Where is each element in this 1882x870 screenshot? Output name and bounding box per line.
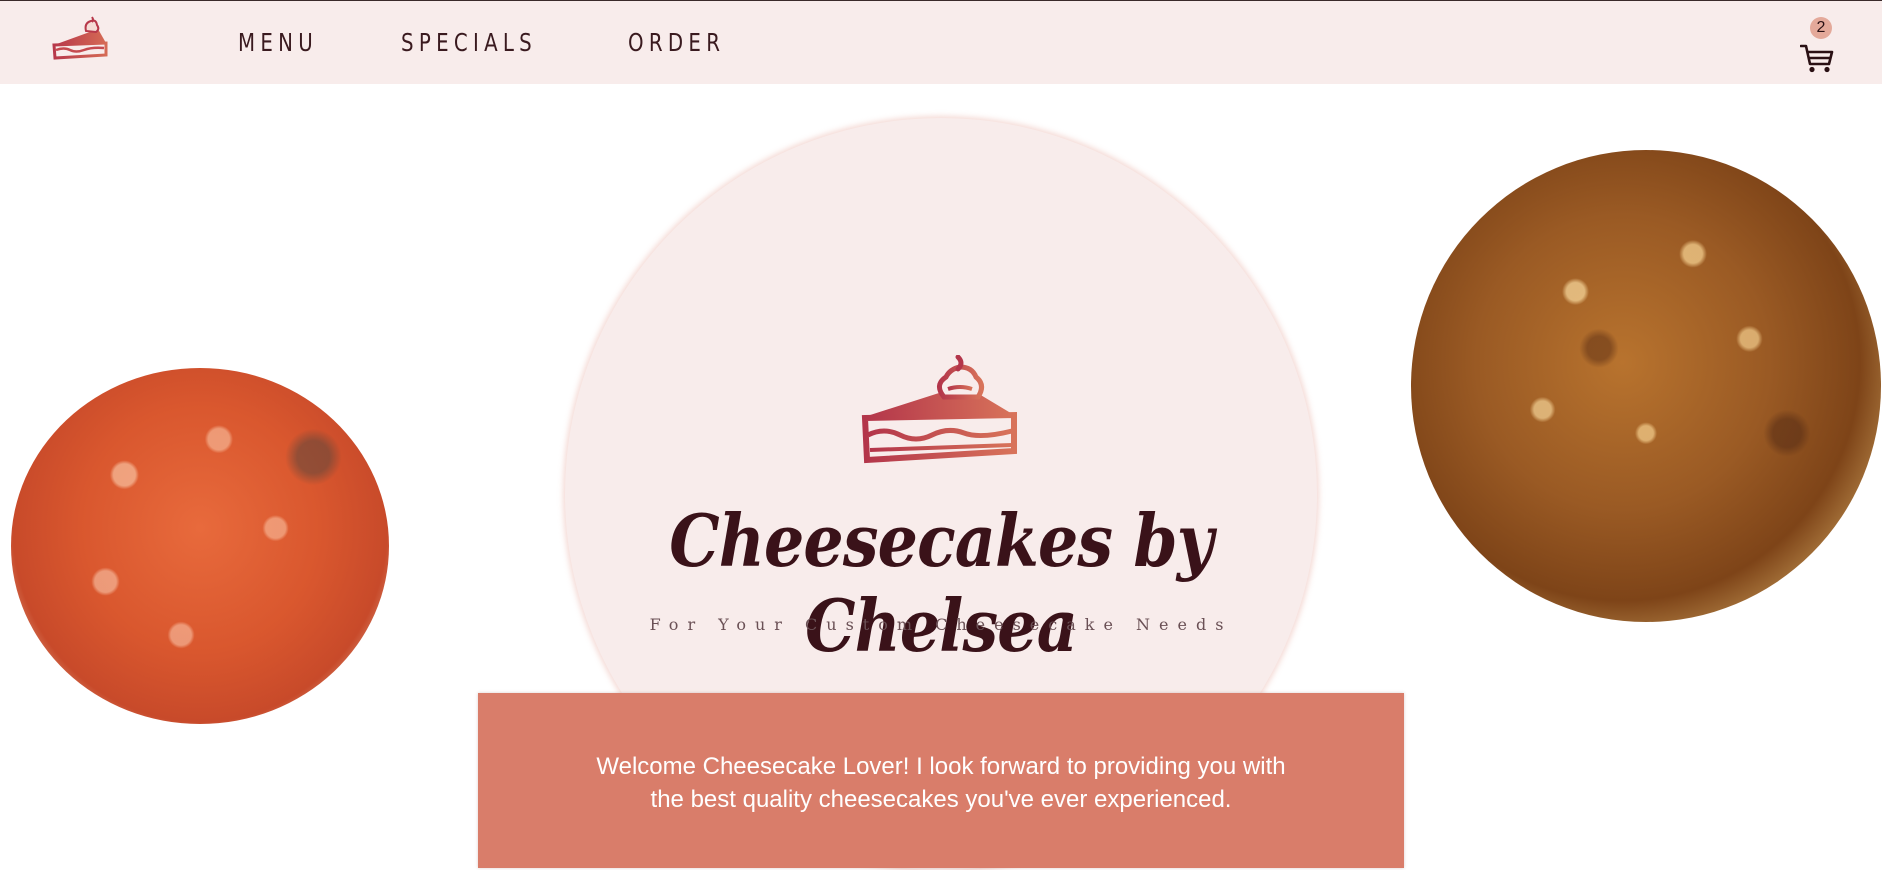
strawberry-crunch-cheesecake-photo: [11, 368, 389, 724]
nav-order-link[interactable]: ORDER: [628, 28, 725, 57]
shopping-cart-icon: [1800, 44, 1834, 73]
pecan-caramel-cheesecake-photo: [1411, 150, 1881, 622]
navbar: MENU SPECIALS ORDER 2: [0, 1, 1882, 84]
main-nav: MENU SPECIALS ORDER: [238, 1, 738, 84]
welcome-message: Welcome Cheesecake Lover! I look forward…: [596, 753, 1286, 813]
cart-button[interactable]: 2: [1800, 17, 1836, 75]
nav-menu-link[interactable]: MENU: [238, 28, 318, 57]
hero-title: Cheesecakes by Chelsea: [669, 498, 1213, 668]
cart-count-badge: 2: [1810, 17, 1832, 39]
cheesecake-slice-icon: [52, 16, 108, 60]
nav-specials-link[interactable]: SPECIALS: [401, 28, 537, 57]
hero-subtitle: For Your Custom Cheesecake Needs: [649, 615, 1233, 634]
cheesecake-slice-icon: [861, 355, 1017, 464]
home-logo-link[interactable]: [50, 15, 112, 63]
welcome-banner: Welcome Cheesecake Lover! I look forward…: [478, 693, 1404, 868]
